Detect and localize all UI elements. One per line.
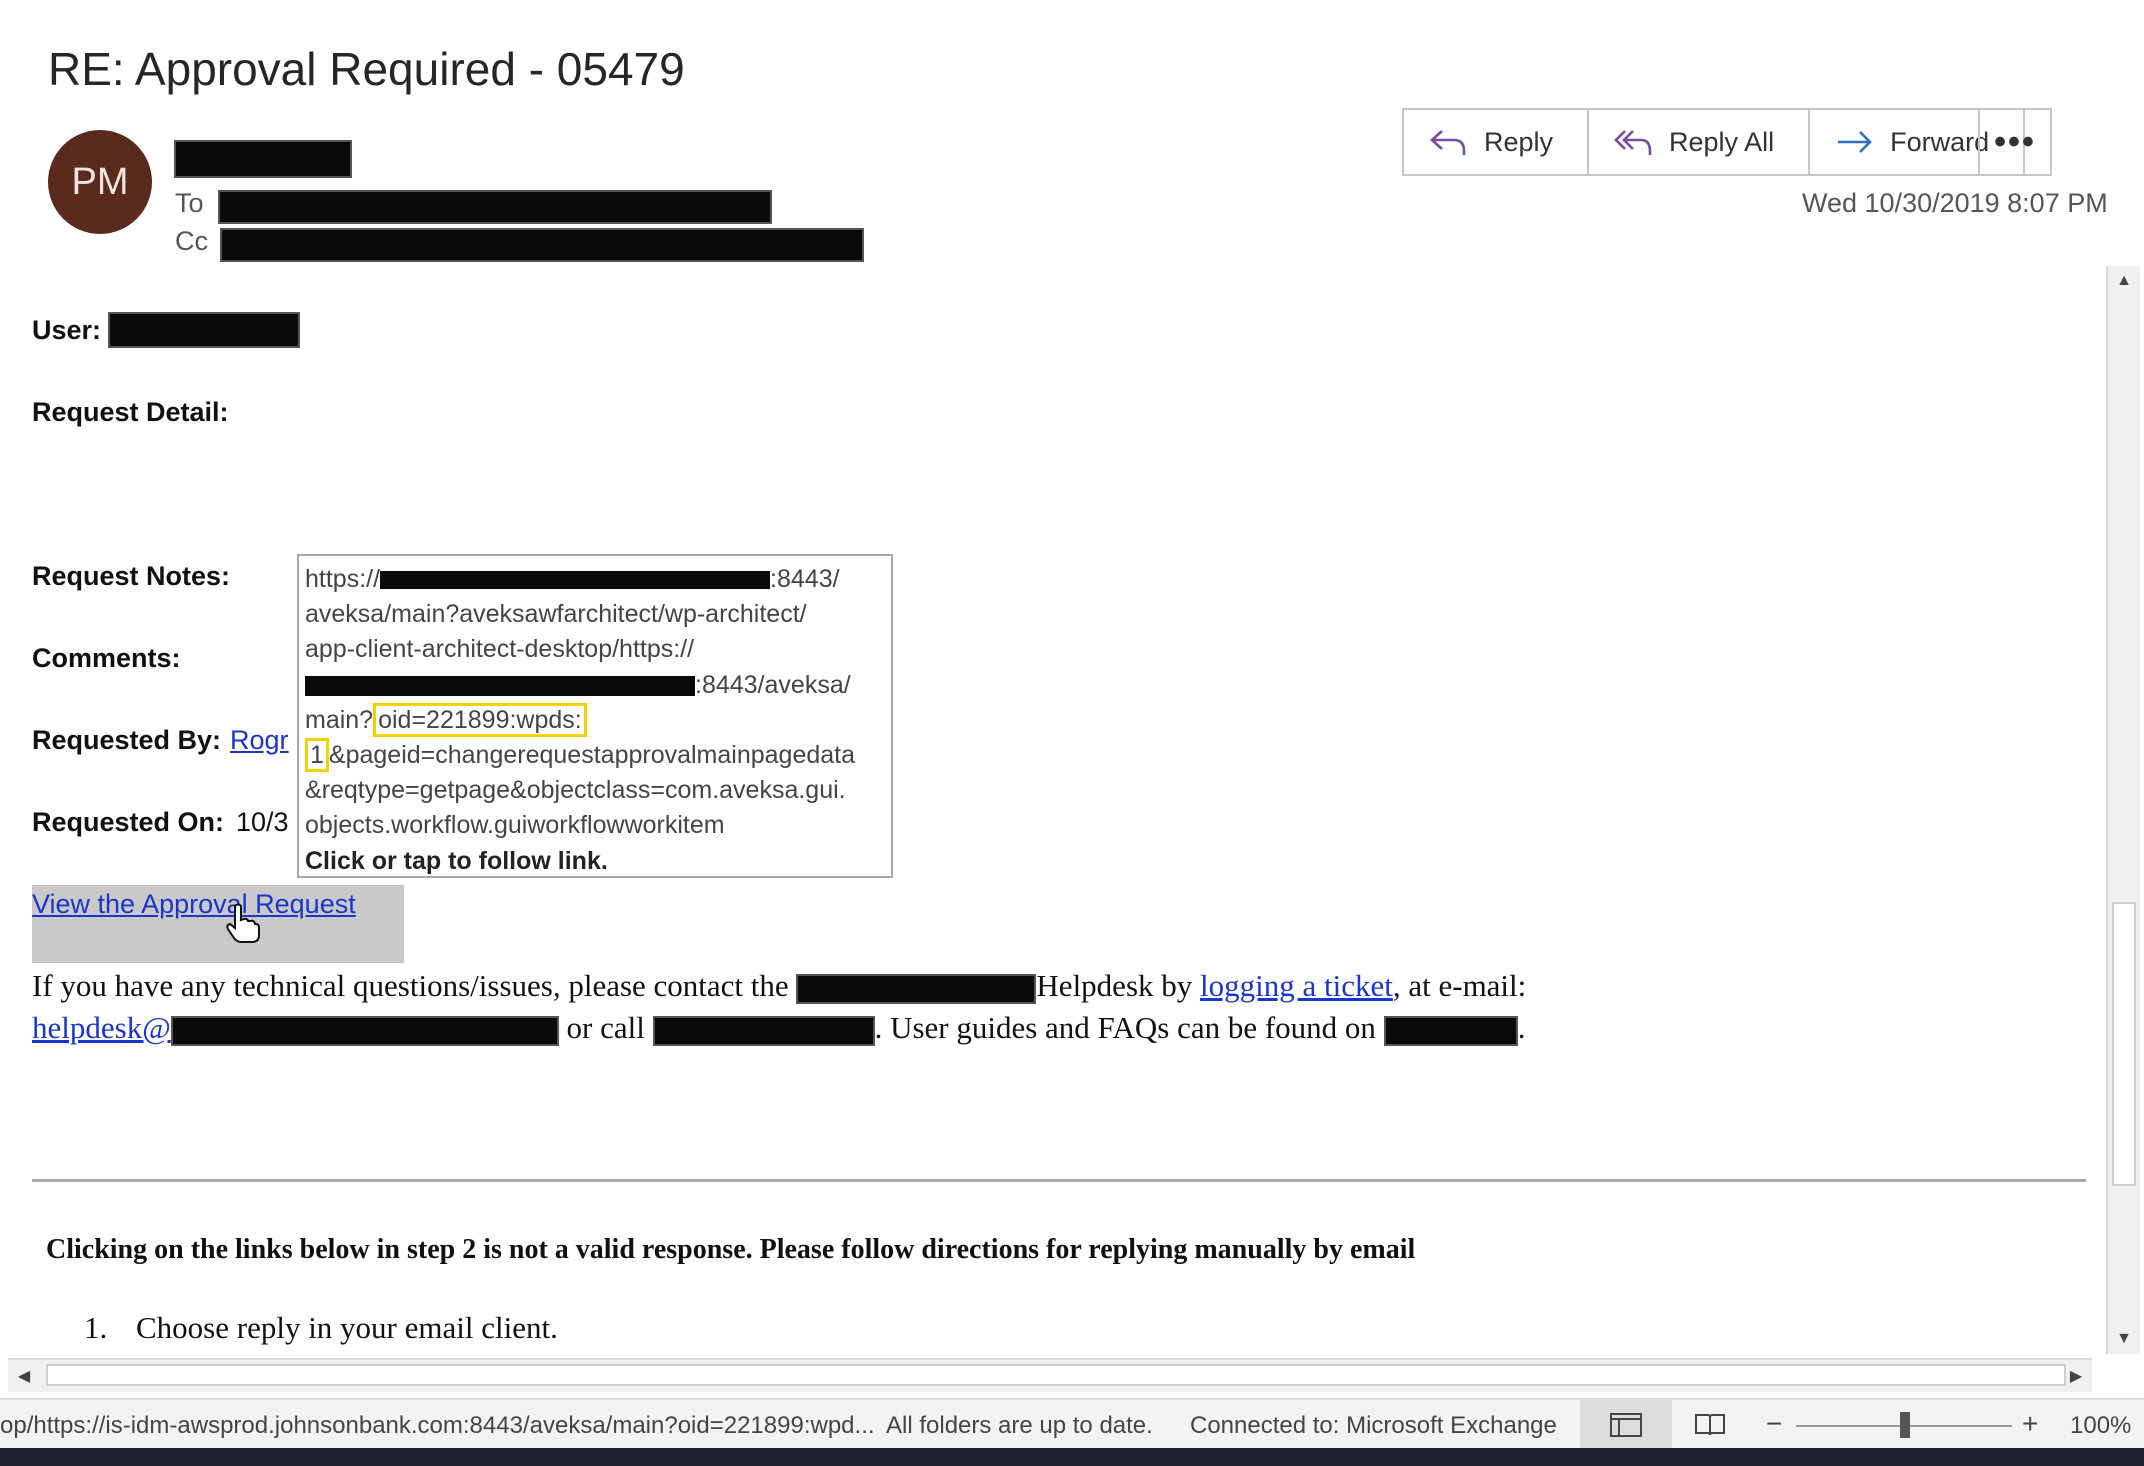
requested-on-value: 10/3 bbox=[236, 807, 289, 837]
tooltip-port: :8443/ bbox=[770, 565, 840, 593]
cc-recipients-redacted bbox=[220, 228, 864, 262]
logging-ticket-link[interactable]: logging a ticket bbox=[1200, 968, 1393, 1003]
request-notes-label: Request Notes: bbox=[32, 561, 231, 591]
org-name-redacted bbox=[796, 973, 1037, 1004]
sender-name-redacted bbox=[174, 140, 352, 178]
requested-by-link[interactable]: Rogr bbox=[230, 725, 289, 756]
status-connection: Connected to: Microsoft Exchange bbox=[1190, 1412, 1557, 1439]
status-url: op/https://is-idm-awsprod.johnsonbank.co… bbox=[0, 1412, 875, 1439]
reading-view-button[interactable] bbox=[1694, 1413, 1726, 1437]
reply-all-button[interactable]: Reply All bbox=[1589, 110, 1811, 174]
status-bar: op/https://is-idm-awsprod.johnsonbank.co… bbox=[0, 1398, 2144, 1450]
tooltip-url-start: https:// bbox=[305, 565, 381, 593]
tooltip-line-5-start: main? bbox=[305, 705, 374, 734]
guides-link-redacted[interactable] bbox=[1383, 1015, 1518, 1046]
reply-label: Reply bbox=[1484, 126, 1554, 157]
link-tooltip: https:// :8443/ aveksa/main?aveksawfarchi… bbox=[297, 554, 893, 878]
to-recipients-redacted bbox=[218, 190, 772, 224]
section-divider bbox=[32, 1179, 2086, 1182]
tooltip-wpds-highlight: 1 bbox=[305, 738, 329, 773]
help-paragraph-line2: helpdesk@ or call . User guides and FAQs… bbox=[32, 1010, 1525, 1046]
scroll-down-arrow-icon[interactable]: ▼ bbox=[2108, 1324, 2140, 1354]
phone-redacted bbox=[652, 1015, 875, 1046]
reply-button[interactable]: Reply bbox=[1404, 110, 1590, 174]
zoom-out-button[interactable]: − bbox=[1766, 1408, 1782, 1440]
reply-all-icon bbox=[1614, 130, 1652, 155]
step-1-text: Choose reply in your email client. bbox=[136, 1310, 558, 1345]
user-value-redacted bbox=[108, 312, 300, 348]
email-domain-redacted bbox=[170, 1015, 559, 1046]
response-toolbar: Reply Reply All Forward bbox=[1402, 108, 2026, 176]
horizontal-scroll-thumb[interactable] bbox=[46, 1364, 2066, 1386]
reading-view-icon bbox=[1695, 1414, 1725, 1436]
tooltip-oid-highlight: oid=221899:wpds: bbox=[373, 702, 587, 737]
scroll-right-arrow-icon[interactable]: ▶ bbox=[2060, 1360, 2092, 1392]
view-approval-link[interactable]: View the Approval Request bbox=[32, 889, 356, 920]
requested-on-label: Requested On: bbox=[32, 807, 225, 837]
requested-by-label: Requested By: bbox=[32, 725, 222, 755]
scroll-up-arrow-icon[interactable]: ▲ bbox=[2108, 266, 2140, 296]
step-number: 1. bbox=[84, 1310, 108, 1345]
forward-label: Forward bbox=[1890, 126, 1990, 157]
taskbar bbox=[0, 1448, 2144, 1466]
tooltip-line-4-end: :8443/aveksa/ bbox=[695, 670, 851, 699]
request-detail-label: Request Detail: bbox=[32, 397, 229, 427]
help-text-3: , at e-mail: bbox=[1392, 968, 1527, 1003]
cc-label: Cc bbox=[175, 226, 208, 256]
reply-icon bbox=[1430, 130, 1466, 155]
helpdesk-email-link[interactable]: helpdesk@ bbox=[32, 1010, 171, 1045]
vertical-scrollbar[interactable]: ▲ ▼ bbox=[2106, 266, 2140, 1354]
forward-icon bbox=[1838, 131, 1872, 153]
tooltip-line-2: aveksa/main?aveksawfarchitect/wp-archite… bbox=[305, 600, 807, 629]
normal-view-icon bbox=[1610, 1413, 1642, 1437]
status-folders: All folders are up to date. bbox=[886, 1412, 1153, 1439]
more-actions-button[interactable]: ••• bbox=[1978, 108, 2052, 176]
period-text: . bbox=[1517, 1010, 1526, 1045]
tooltip-host2-redacted bbox=[305, 676, 695, 696]
tooltip-line-7: &reqtype=getpage&objectclass=com.aveksa.… bbox=[305, 776, 846, 805]
zoom-slider-thumb[interactable] bbox=[1900, 1412, 1910, 1438]
user-label: User: bbox=[32, 315, 102, 345]
or-call-text: or call bbox=[566, 1010, 645, 1045]
help-text-1: If you have any technical questions/issu… bbox=[32, 968, 789, 1003]
vertical-scroll-thumb[interactable] bbox=[2112, 902, 2136, 1186]
sent-date: Wed 10/30/2019 8:07 PM bbox=[1802, 188, 2108, 218]
notice-text: Clicking on the links below in step 2 is… bbox=[46, 1234, 1416, 1265]
email-subject: RE: Approval Required - 05479 bbox=[48, 43, 685, 95]
comments-label: Comments: bbox=[32, 643, 181, 673]
sender-avatar: PM bbox=[48, 130, 152, 234]
tooltip-line-3: app-client-architect-desktop/https:// bbox=[305, 635, 695, 664]
zoom-level: 100% bbox=[2070, 1412, 2132, 1439]
to-label: To bbox=[175, 188, 204, 218]
tooltip-host-redacted bbox=[380, 571, 771, 590]
horizontal-scrollbar[interactable]: ◀ ▶ bbox=[8, 1358, 2092, 1392]
tooltip-line-8: objects.workflow.guiworkflowworkitem bbox=[305, 811, 725, 840]
help-text-2: Helpdesk by bbox=[1036, 968, 1193, 1003]
zoom-in-button[interactable]: + bbox=[2022, 1408, 2038, 1440]
hand-cursor-icon bbox=[226, 903, 260, 943]
reply-all-label: Reply All bbox=[1669, 126, 1775, 157]
guides-text: . User guides and FAQs can be found on bbox=[874, 1010, 1376, 1045]
help-paragraph-line1: If you have any technical questions/issu… bbox=[32, 968, 1526, 1004]
normal-view-button[interactable] bbox=[1580, 1400, 1672, 1450]
scroll-left-arrow-icon[interactable]: ◀ bbox=[8, 1360, 40, 1392]
tooltip-line-6-rest: &pageid=changerequestapprovalmainpagedat… bbox=[328, 741, 856, 770]
tooltip-follow-hint: Click or tap to follow link. bbox=[305, 846, 608, 875]
